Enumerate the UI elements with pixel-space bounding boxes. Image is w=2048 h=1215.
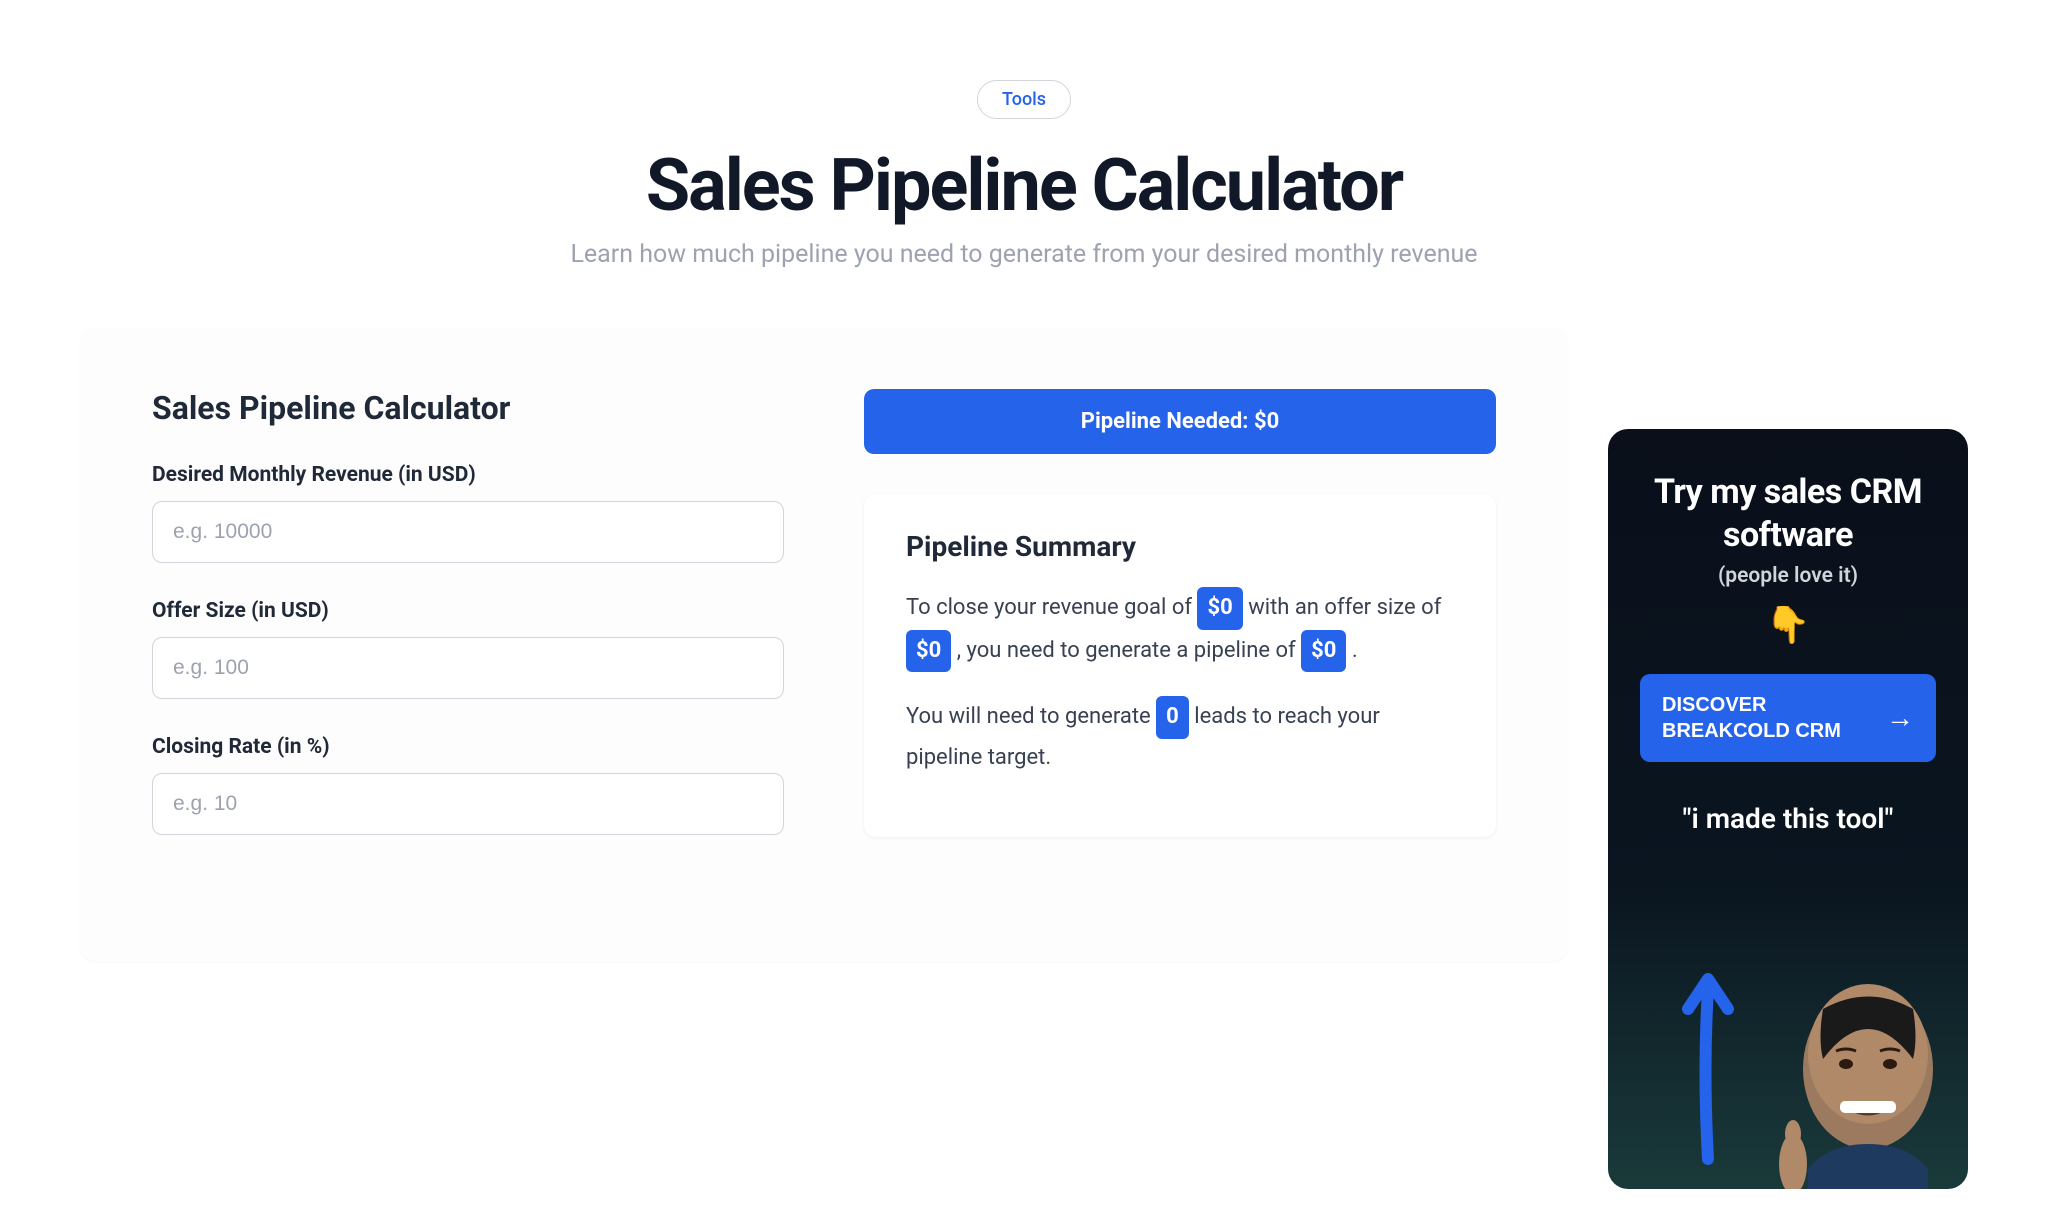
revenue-label: Desired Monthly Revenue (in USD) xyxy=(152,463,784,487)
pipeline-needed-label: Pipeline Needed: xyxy=(1081,409,1254,434)
quote-text: "i made this tool" xyxy=(1640,802,1936,835)
results-section: Pipeline Needed: $0 Pipeline Summary To … xyxy=(864,389,1496,871)
summary-text-1-part2: with an offer size of xyxy=(1243,595,1442,620)
summary-title: Pipeline Summary xyxy=(906,530,1454,563)
summary-card: Pipeline Summary To close your revenue g… xyxy=(864,494,1496,837)
pipeline-needed-value: $0 xyxy=(1254,409,1279,434)
person-photo xyxy=(1778,969,1958,1189)
arrow-right-icon: → xyxy=(1886,700,1914,736)
offer-input[interactable] xyxy=(152,637,784,699)
offer-label: Offer Size (in USD) xyxy=(152,599,784,623)
closing-input[interactable] xyxy=(152,773,784,835)
revenue-input[interactable] xyxy=(152,501,784,563)
leads-highlight: 0 xyxy=(1156,696,1189,739)
summary-text-1-part3: , you need to generate a pipeline of xyxy=(951,638,1301,663)
tools-badge[interactable]: Tools xyxy=(977,80,1071,119)
form-section: Sales Pipeline Calculator Desired Monthl… xyxy=(152,389,784,871)
revenue-group: Desired Monthly Revenue (in USD) xyxy=(152,463,784,563)
discover-button[interactable]: DISCOVER BREAKCOLD CRM → xyxy=(1640,674,1936,762)
pointing-down-icon: 👇 xyxy=(1640,604,1936,646)
closing-group: Closing Rate (in %) xyxy=(152,735,784,835)
sidebar-promo: Try my sales CRM software (people love i… xyxy=(1608,429,1968,1189)
summary-text-2: You will need to generate 0 leads to rea… xyxy=(906,696,1454,777)
page-title: Sales Pipeline Calculator xyxy=(0,143,2048,228)
discover-button-label: DISCOVER BREAKCOLD CRM xyxy=(1662,692,1886,744)
revenue-highlight: $0 xyxy=(1197,587,1242,630)
sidebar-subtitle: (people love it) xyxy=(1640,564,1936,588)
calculator-card: Sales Pipeline Calculator Desired Monthl… xyxy=(80,329,1568,961)
form-title: Sales Pipeline Calculator xyxy=(152,389,784,427)
summary-text-1-part4: . xyxy=(1346,638,1357,663)
sidebar-title: Try my sales CRM software xyxy=(1640,471,1936,556)
pipeline-highlight: $0 xyxy=(1301,630,1346,673)
offer-highlight: $0 xyxy=(906,630,951,673)
pipeline-needed-banner: Pipeline Needed: $0 xyxy=(864,389,1496,454)
summary-text-1-part1: To close your revenue goal of xyxy=(906,595,1197,620)
summary-text-1: To close your revenue goal of $0 with an… xyxy=(906,587,1454,672)
closing-label: Closing Rate (in %) xyxy=(152,735,784,759)
page-subtitle: Learn how much pipeline you need to gene… xyxy=(0,240,2048,269)
offer-group: Offer Size (in USD) xyxy=(152,599,784,699)
up-arrow-icon xyxy=(1668,949,1748,1169)
summary-text-2-part1: You will need to generate xyxy=(906,704,1156,729)
